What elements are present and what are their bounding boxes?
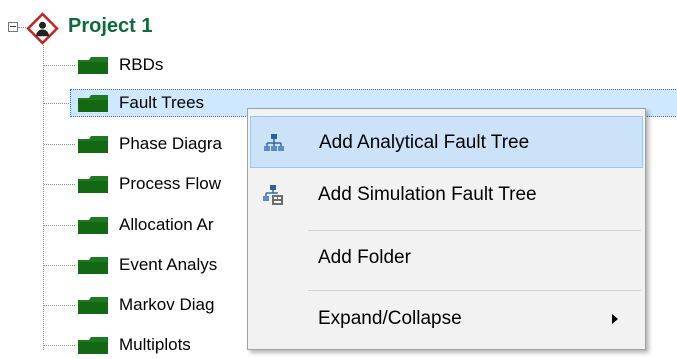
folder-icon <box>78 135 108 153</box>
tree-item-label: Allocation Ar <box>119 215 214 234</box>
simulation-fault-tree-icon <box>262 184 284 206</box>
tree-connector-horizontal <box>18 27 26 28</box>
menu-item-label: Add Folder <box>318 247 411 268</box>
folder-icon <box>78 56 108 74</box>
project-diamond-icon <box>26 12 59 45</box>
menu-item-label: Expand/Collapse <box>318 308 462 329</box>
folder-icon <box>78 94 108 112</box>
analytical-fault-tree-icon <box>263 132 285 154</box>
folder-icon <box>78 175 108 193</box>
tree-item-label: Process Flow <box>119 174 222 193</box>
tree-item-label: Fault Trees <box>119 93 205 112</box>
folder-icon <box>78 256 108 274</box>
menu-item-add-analytical-fault-tree[interactable]: Add Analytical Fault Tree <box>250 116 643 168</box>
menu-separator <box>308 230 641 231</box>
menu-item-add-simulation-fault-tree[interactable]: Add Simulation Fault Tree <box>250 169 643 221</box>
menu-separator <box>308 290 641 291</box>
tree-item-label: Markov Diag <box>119 295 215 314</box>
project-label[interactable]: Project 1 <box>68 12 152 40</box>
folder-icon <box>78 296 108 314</box>
folder-icon <box>78 336 108 354</box>
submenu-arrow-icon <box>612 314 618 324</box>
menu-item-label: Add Simulation Fault Tree <box>318 184 537 205</box>
tree-item-label: Phase Diagra <box>119 134 223 153</box>
menu-item-add-folder[interactable]: Add Folder <box>250 232 643 284</box>
tree-item-label: Event Analys <box>119 255 218 274</box>
menu-item-expand-collapse[interactable]: Expand/Collapse <box>250 293 643 345</box>
project-tree-screen: Project 1 RBDs Fault Trees Phase Diagra <box>0 0 677 358</box>
folder-icon <box>78 216 108 234</box>
tree-item-label: RBDs <box>119 55 164 74</box>
collapse-toggle-icon[interactable] <box>8 22 18 32</box>
tree-item-rbds[interactable]: RBDs <box>70 51 677 79</box>
menu-item-label: Add Analytical Fault Tree <box>319 132 530 153</box>
context-menu: Add Analytical Fault Tree Add Simulation… <box>247 108 646 350</box>
tree-item-label: Multiplots <box>119 335 191 354</box>
